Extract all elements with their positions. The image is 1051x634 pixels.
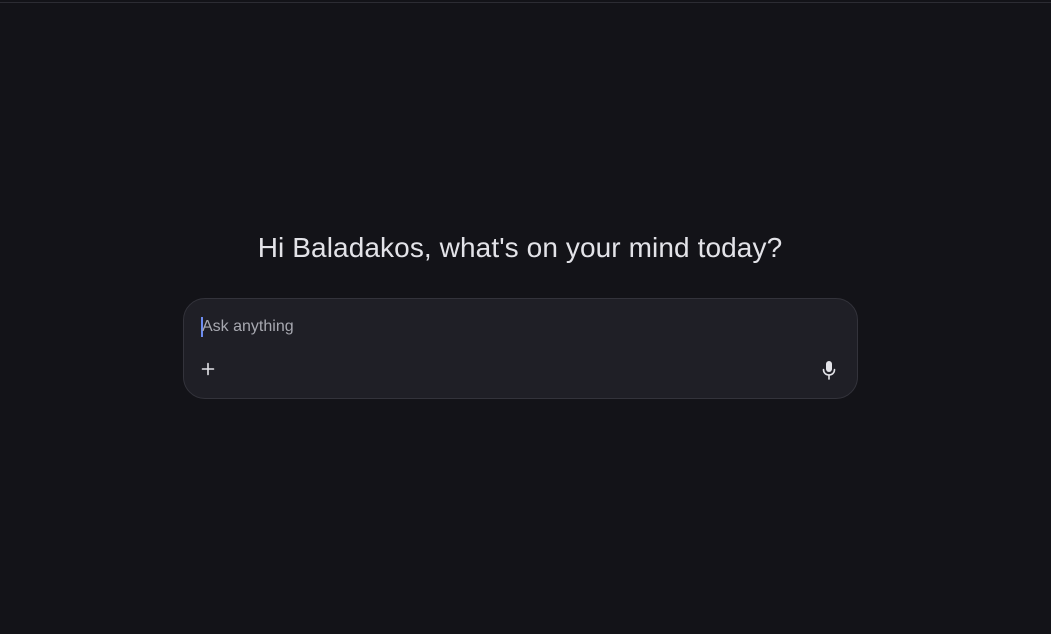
voice-input-button[interactable]	[817, 358, 841, 382]
greeting-title: Hi Baladakos, what's on your mind today?	[257, 232, 783, 263]
prompt-input[interactable]	[201, 315, 802, 339]
add-attachment-button[interactable]	[196, 357, 220, 381]
prompt-composer	[183, 298, 858, 399]
microphone-icon	[822, 361, 836, 380]
plus-icon	[201, 362, 215, 376]
window-top-divider	[0, 0, 1051, 3]
